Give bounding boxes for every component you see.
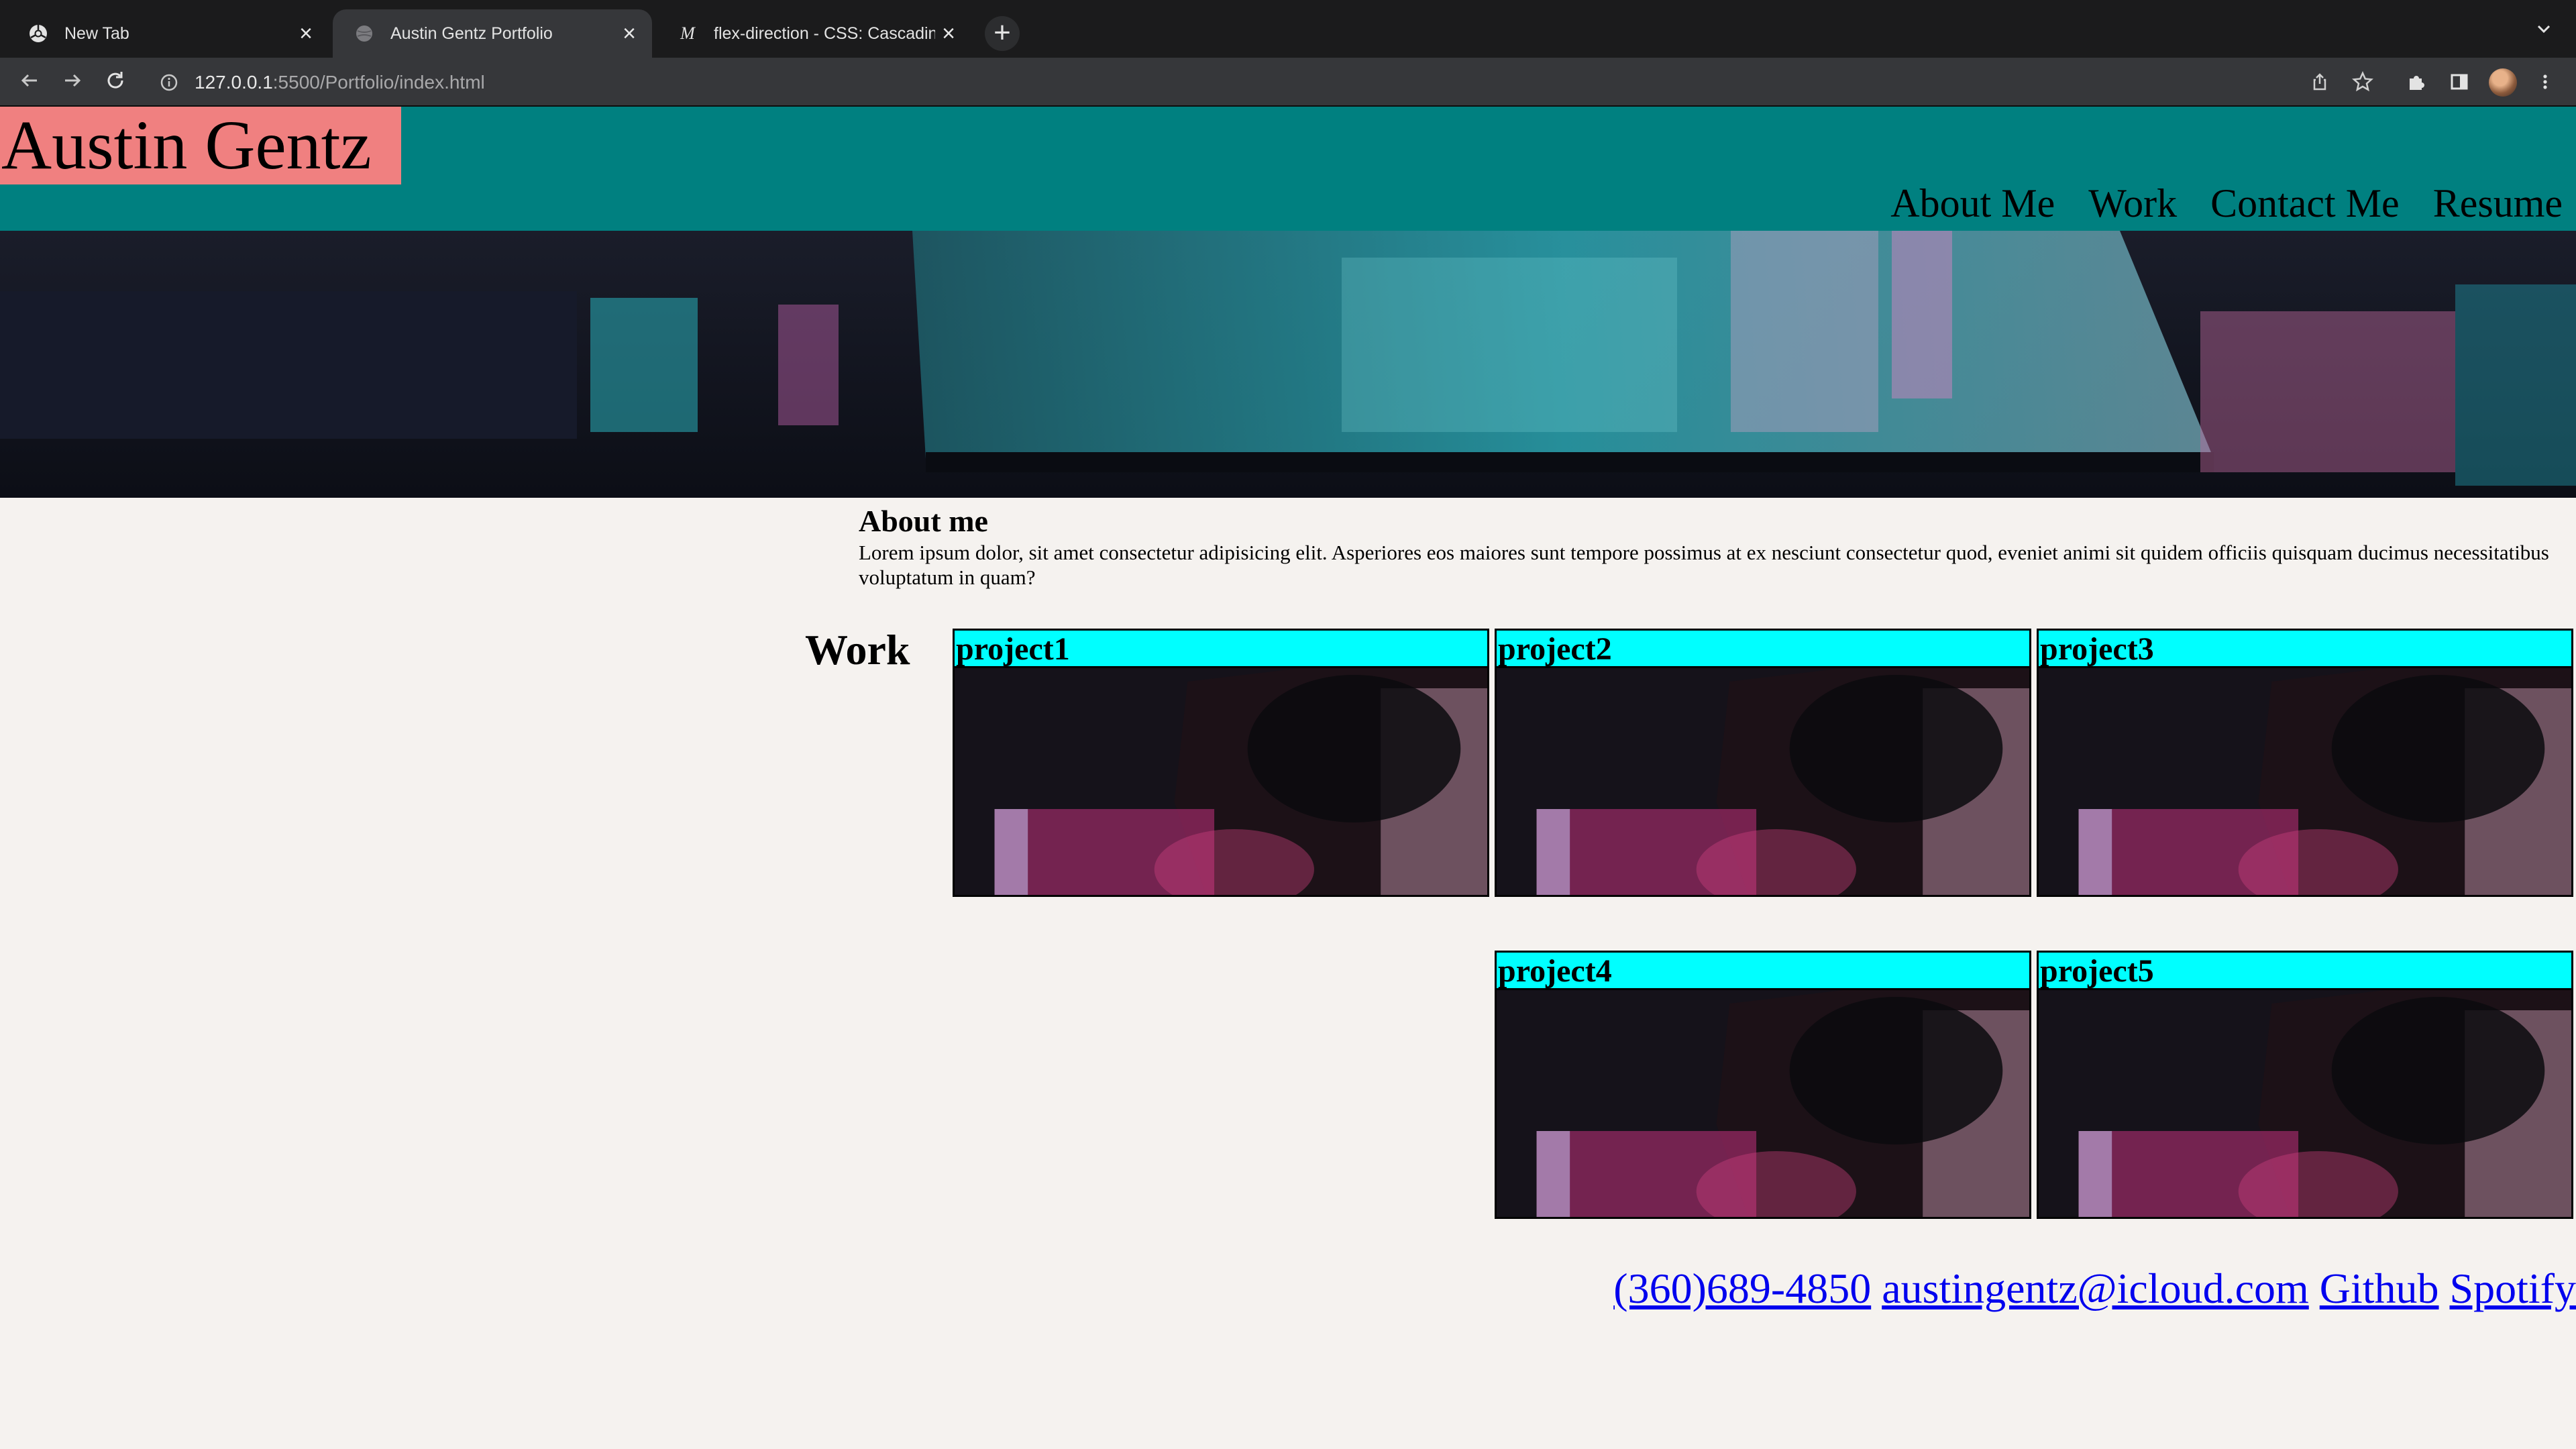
url-path: :5500/Portfolio/index.html bbox=[272, 72, 485, 93]
arrow-right-icon bbox=[61, 69, 84, 95]
nav-link-work[interactable]: Work bbox=[2088, 179, 2177, 227]
site-brand: Austin Gentz bbox=[0, 107, 401, 184]
about-heading: About me bbox=[859, 504, 988, 538]
footer-link-github[interactable]: Github bbox=[2320, 1262, 2439, 1316]
page-viewport: Austin Gentz About Me Work Contact Me Re… bbox=[0, 107, 2576, 1449]
site-footer: (360)689-4850 austingentz@icloud.com Git… bbox=[1613, 1262, 2576, 1316]
more-menu-icon[interactable] bbox=[2530, 67, 2560, 97]
tab-new-tab[interactable]: New Tab × bbox=[7, 9, 329, 58]
tab-portfolio[interactable]: Austin Gentz Portfolio × bbox=[333, 9, 652, 58]
project-title: project5 bbox=[2039, 953, 2571, 990]
about-body: Lorem ipsum dolor, sit amet consectetur … bbox=[859, 541, 2549, 589]
project-card[interactable]: project3 bbox=[2037, 629, 2573, 897]
tab-label: Austin Gentz Portfolio bbox=[390, 23, 553, 43]
info-icon[interactable] bbox=[156, 69, 182, 96]
project-thumbnail bbox=[955, 668, 1487, 895]
hero-image bbox=[0, 231, 2576, 498]
new-tab-button[interactable]: + bbox=[985, 16, 1020, 51]
forward-button[interactable] bbox=[55, 64, 90, 99]
browser-toolbar: 127.0.0.1:5500/Portfolio/index.html bbox=[0, 58, 2576, 106]
tab-label: flex-direction - CSS: Cascading bbox=[714, 23, 935, 43]
project-card[interactable]: project5 bbox=[2037, 951, 2573, 1219]
site-header: Austin Gentz About Me Work Contact Me Re… bbox=[0, 107, 2576, 231]
tab-label: New Tab bbox=[64, 23, 129, 43]
nav-link-contact-me[interactable]: Contact Me bbox=[2210, 179, 2400, 227]
arrow-left-icon bbox=[18, 69, 41, 95]
project-title: project3 bbox=[2039, 631, 2571, 668]
footer-link-spotify[interactable]: Spotify bbox=[2450, 1262, 2576, 1316]
project-card[interactable]: project4 bbox=[1495, 951, 2031, 1219]
star-icon[interactable] bbox=[2348, 67, 2377, 97]
project-thumbnail bbox=[1497, 990, 2029, 1217]
reload-icon bbox=[104, 69, 127, 95]
project-thumbnail bbox=[2039, 990, 2571, 1217]
url-host: 127.0.0.1 bbox=[195, 72, 273, 93]
project-title: project4 bbox=[1497, 953, 2029, 990]
mdn-icon: M bbox=[680, 23, 695, 43]
profile-avatar[interactable] bbox=[2489, 68, 2517, 97]
share-icon[interactable] bbox=[2305, 67, 2334, 97]
close-icon[interactable]: × bbox=[616, 21, 643, 47]
close-icon[interactable]: × bbox=[935, 21, 962, 47]
address-bar[interactable]: 127.0.0.1:5500/Portfolio/index.html bbox=[144, 63, 2321, 102]
nav-link-resume[interactable]: Resume bbox=[2433, 179, 2563, 227]
project-card[interactable]: project2 bbox=[1495, 629, 2031, 897]
chevron-down-icon[interactable] bbox=[2528, 19, 2560, 51]
close-icon[interactable]: × bbox=[292, 21, 319, 47]
back-button[interactable] bbox=[12, 64, 47, 99]
project-title: project1 bbox=[955, 631, 1487, 668]
chrome-icon bbox=[27, 22, 50, 45]
globe-icon bbox=[353, 22, 376, 45]
reload-button[interactable] bbox=[98, 64, 133, 99]
project-card[interactable]: project1 bbox=[953, 629, 1489, 897]
project-thumbnail bbox=[2039, 668, 2571, 895]
site-nav: About Me Work Contact Me Resume bbox=[1890, 179, 2563, 227]
project-title: project2 bbox=[1497, 631, 2029, 668]
tab-mdn-flex-direction[interactable]: M flex-direction - CSS: Cascading × bbox=[656, 9, 971, 58]
browser-tab-strip: New Tab × Austin Gentz Portfolio × M fle… bbox=[0, 0, 2576, 58]
side-panel-icon[interactable] bbox=[2445, 67, 2474, 97]
footer-link-email[interactable]: austingentz@icloud.com bbox=[1882, 1262, 2309, 1316]
extensions-icon[interactable] bbox=[2402, 67, 2431, 97]
work-heading: Work bbox=[805, 626, 910, 674]
project-thumbnail bbox=[1497, 668, 2029, 895]
about-section: About me Lorem ipsum dolor, sit amet con… bbox=[859, 502, 2549, 590]
nav-link-about-me[interactable]: About Me bbox=[1890, 179, 2055, 227]
footer-link-phone[interactable]: (360)689-4850 bbox=[1613, 1262, 1871, 1316]
